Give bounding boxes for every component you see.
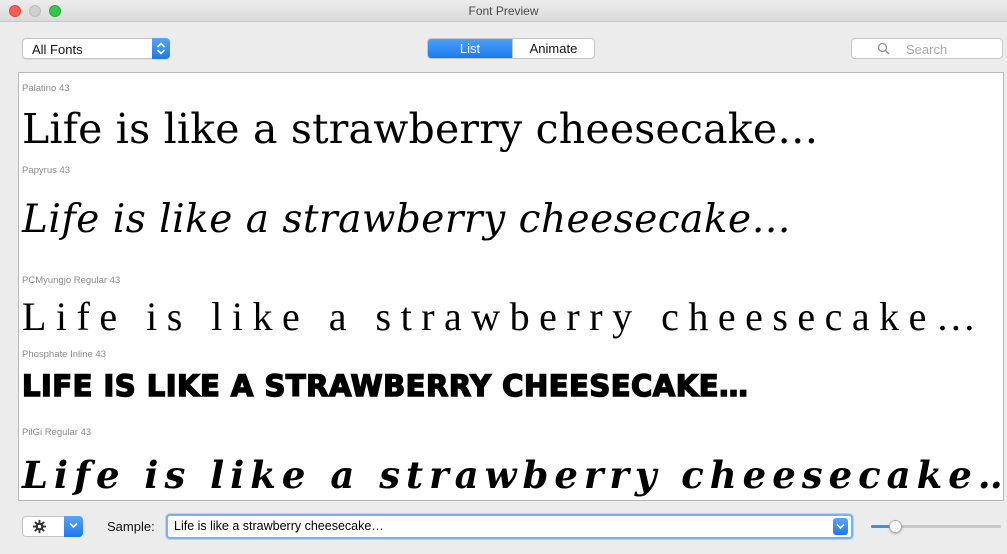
toolbar: All Fonts List Animate Search	[0, 22, 1007, 72]
window-title: Font Preview	[468, 4, 539, 18]
bottom-bar: Sample: Life is like a strawberry cheese…	[0, 503, 1007, 554]
title-bar: Font Preview	[0, 0, 1007, 22]
font-sample-text: Life is like a strawberry cheesecake…	[21, 368, 749, 404]
animate-view-tab[interactable]: Animate	[512, 39, 594, 58]
font-name-label: Phosphate Inline 43	[22, 349, 106, 360]
font-name-label: Palatino 43	[22, 83, 70, 94]
chevron-down-icon[interactable]	[833, 518, 848, 535]
font-sample-text: Life is like a strawberry cheesecake…	[22, 294, 986, 339]
font-collection-popup[interactable]: All Fonts	[22, 38, 170, 59]
font-size-slider[interactable]	[871, 517, 1001, 537]
font-sample-text: Life is like a strawberry cheesecake…	[22, 197, 792, 242]
slider-knob[interactable]	[889, 520, 902, 533]
search-input[interactable]: Search	[851, 38, 1003, 59]
updown-chevron-icon	[152, 38, 170, 59]
font-collection-label: All Fonts	[32, 42, 83, 57]
list-view-tab[interactable]: List	[428, 39, 512, 58]
sample-label: Sample:	[107, 519, 155, 534]
font-preview-list[interactable]: Palatino 43 Life is like a strawberry ch…	[18, 72, 1004, 501]
search-placeholder: Search	[906, 42, 948, 57]
sample-text-combobox[interactable]: Life is like a strawberry cheesecake…	[166, 514, 853, 539]
sample-text-value: Life is like a strawberry cheesecake…	[174, 519, 384, 533]
font-sample-text: Life is like a strawberry cheesecake…	[22, 453, 1004, 497]
font-name-label: Papyrus 43	[22, 165, 71, 176]
magnifier-icon	[877, 42, 890, 55]
font-name-label: PCMyungjo Regular 43	[22, 275, 121, 286]
font-name-label: PilGi Regular 43	[22, 427, 92, 438]
action-menu-button[interactable]	[22, 516, 83, 537]
gear-icon	[32, 519, 47, 534]
view-mode-segmented-control: List Animate	[427, 38, 595, 59]
font-sample-text: Life is like a strawberry cheesecake…	[22, 105, 819, 153]
chevron-down-icon	[64, 516, 83, 537]
